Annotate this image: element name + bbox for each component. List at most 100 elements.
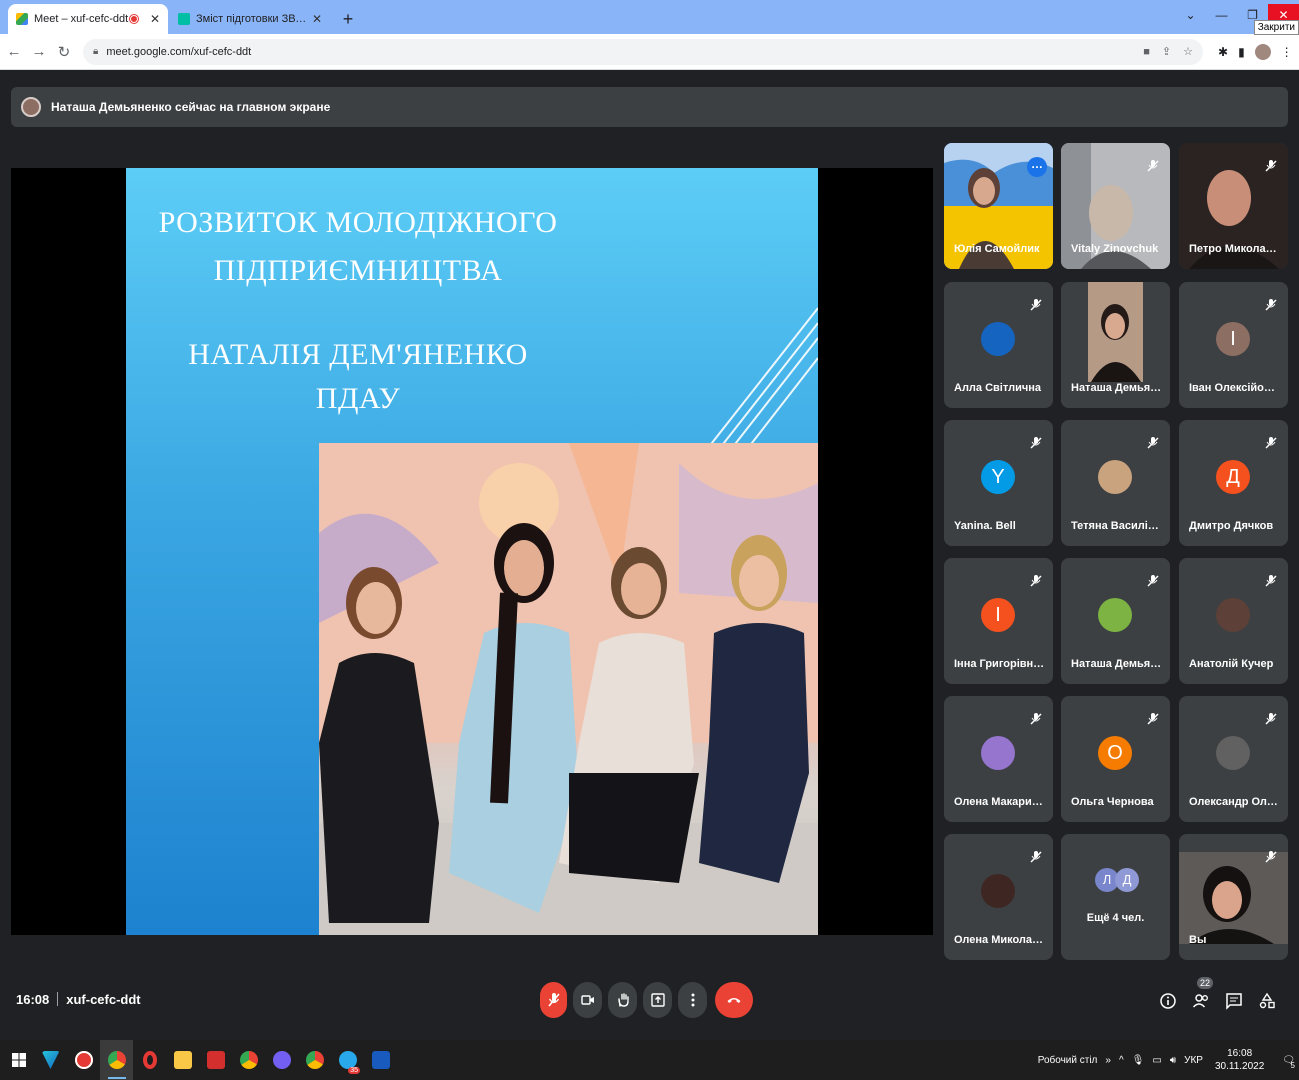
participant-letter-avatar: І <box>1216 322 1250 356</box>
hand-icon <box>617 993 629 1007</box>
extensions-puzzle-icon[interactable]: ✱ <box>1218 45 1228 59</box>
bookmark-star-icon[interactable]: ☆ <box>1183 45 1193 58</box>
tab-close-icon[interactable]: ✕ <box>150 12 160 26</box>
reload-button[interactable]: ↻ <box>53 43 75 61</box>
participant-tile[interactable]: Олександр Олек... <box>1179 696 1288 822</box>
taskbar-app-chrome-2[interactable] <box>232 1040 265 1080</box>
participant-tile[interactable]: О Ольга Чернова <box>1061 696 1170 822</box>
muted-mic-icon <box>1265 713 1277 725</box>
meeting-code: xuf-cefc-ddt <box>66 992 141 1007</box>
participant-tile[interactable]: Тетяна Василівна... <box>1061 420 1170 546</box>
telegram-badge: 35 <box>348 1067 360 1074</box>
windows-logo-icon <box>12 1053 26 1067</box>
share-icon[interactable]: ⇪ <box>1162 45 1171 58</box>
people-button[interactable]: 22 <box>1189 977 1213 1013</box>
present-screen-button[interactable] <box>643 982 672 1018</box>
raise-hand-button[interactable] <box>608 982 637 1018</box>
tray-overflow-icon[interactable]: ^ <box>1119 1055 1124 1066</box>
participant-name: Олена Макаринс... <box>954 796 1046 808</box>
microphone-tray-icon[interactable]: 🎙︎ <box>1132 1055 1145 1066</box>
taskbar-app-vpn[interactable] <box>34 1040 67 1080</box>
activities-shapes-icon <box>1259 992 1275 1009</box>
tab-meet[interactable]: Meet – xuf-cefc-ddt ✕ <box>8 4 168 34</box>
tab-close-icon[interactable]: ✕ <box>312 12 322 26</box>
input-language[interactable]: УКР <box>1184 1055 1203 1066</box>
back-button[interactable]: ← <box>3 43 25 60</box>
meeting-time: 16:08 <box>16 992 50 1007</box>
taskbar-app-viber[interactable] <box>265 1040 298 1080</box>
toolbar-expand-icon[interactable]: » <box>1105 1055 1111 1066</box>
activities-button[interactable] <box>1255 989 1279 1013</box>
slide-title-line-1: РОЗВИТОК МОЛОДІЖНОГО <box>158 206 558 239</box>
more-vert-icon <box>691 993 694 1007</box>
taskbar-app-chrome[interactable] <box>100 1040 133 1080</box>
taskbar-app-opera[interactable] <box>133 1040 166 1080</box>
chrome-icon <box>107 1051 126 1069</box>
participant-tile[interactable]: Петро Миколайо... <box>1179 143 1288 269</box>
participant-tile[interactable]: І Іван Олексійови... <box>1179 282 1288 408</box>
participant-tile[interactable]: Наташа Демьяне... <box>1061 558 1170 684</box>
minimize-button[interactable]: — <box>1206 8 1237 22</box>
main-stage: РОЗВИТОК МОЛОДІЖНОГО ПІДПРИЄМНИЦТВА НАТА… <box>11 168 933 935</box>
chat-button[interactable] <box>1222 989 1246 1013</box>
muted-mic-icon <box>1147 713 1159 725</box>
tab-zvo[interactable]: Зміст підготовки ЗВО за освітнь... ✕ <box>170 4 330 34</box>
meeting-details-button[interactable] <box>1156 989 1180 1013</box>
leave-call-button[interactable] <box>715 982 753 1018</box>
clock-time: 16:08 <box>1227 1048 1253 1059</box>
participant-count-badge: 22 <box>1196 977 1213 989</box>
pdf-icon <box>206 1051 225 1069</box>
new-tab-button[interactable]: + <box>336 4 360 34</box>
camera-in-use-icon[interactable]: ■ <box>1143 46 1150 58</box>
desktop-toolbar-label[interactable]: Робочий стіл <box>1038 1055 1098 1066</box>
os-taskbar: 35 Робочий стіл » ^ 🎙︎ ▭ 🔊︎ УКР 16:08 30.… <box>0 1040 1299 1080</box>
slide-author-line: НАТАЛІЯ ДЕМ'ЯНЕНКО <box>188 338 528 371</box>
presenting-banner: Наташа Демьяненко сейчас на главном экра… <box>11 87 1288 127</box>
taskbar-app-acrobat[interactable] <box>199 1040 232 1080</box>
meeting-control-bar: 16:08 xuf-cefc-ddt 22 <box>0 975 1299 1025</box>
mic-off-icon <box>547 993 560 1007</box>
lock-icon[interactable]: 🔒︎ <box>93 46 98 57</box>
taskbar-app-recorder[interactable] <box>67 1040 100 1080</box>
self-tile[interactable]: Вы <box>1179 834 1288 960</box>
participant-photo-avatar <box>981 736 1015 770</box>
volume-icon[interactable]: 🔊︎ <box>1170 1055 1176 1066</box>
side-panel-icon[interactable]: ▮ <box>1238 45 1245 59</box>
chrome-icon <box>239 1051 258 1069</box>
taskbar-app-word[interactable] <box>364 1040 397 1080</box>
more-avatar-letter: Д <box>1115 868 1139 892</box>
taskbar-app-chrome-3[interactable] <box>298 1040 331 1080</box>
taskbar-app-telegram[interactable]: 35 <box>331 1040 364 1080</box>
omnibox[interactable]: 🔒︎ meet.google.com/xuf-cefc-ddt ■ ⇪ ☆ <box>83 38 1203 65</box>
windows-start-button[interactable] <box>4 1040 34 1080</box>
clock-date[interactable]: 16:08 30.11.2022 <box>1211 1047 1268 1073</box>
taskbar-app-explorer[interactable] <box>166 1040 199 1080</box>
participant-tile[interactable]: Олена Миколаїв... <box>944 834 1053 960</box>
system-tray: Робочий стіл » ^ 🎙︎ ▭ 🔊︎ УКР 16:08 30.11.… <box>1034 1040 1299 1080</box>
participant-name: Анатолій Кучер <box>1189 658 1274 670</box>
network-icon[interactable]: ▭ <box>1152 1055 1161 1066</box>
participant-tile[interactable]: І Інна Григорівна ... <box>944 558 1053 684</box>
participant-tile[interactable]: Алла Світлична <box>944 282 1053 408</box>
camera-toggle-button[interactable] <box>573 982 602 1018</box>
menu-kebab-icon[interactable]: ⋮ <box>1281 45 1293 59</box>
more-options-icon[interactable]: … <box>1027 157 1047 177</box>
participant-tile[interactable]: Д Дмитро Дячков <box>1179 420 1288 546</box>
url-text[interactable]: meet.google.com/xuf-cefc-ddt <box>106 46 1131 58</box>
slide-org-line: ПДАУ <box>315 382 401 415</box>
more-options-button[interactable] <box>678 982 707 1018</box>
forward-button[interactable]: → <box>28 43 50 60</box>
participant-tile[interactable]: Олена Макаринс... <box>944 696 1053 822</box>
participant-tile[interactable]: Y Yanina. Bell <box>944 420 1053 546</box>
recording-indicator-icon <box>129 15 138 23</box>
participant-tile[interactable]: Vitaly Zinovchuk <box>1061 143 1170 269</box>
profile-avatar[interactable] <box>1254 43 1271 60</box>
microphone-toggle-button[interactable] <box>540 982 567 1018</box>
tab-search-icon[interactable]: ⌄ <box>1175 8 1206 22</box>
participant-tile[interactable]: Анатолій Кучер <box>1179 558 1288 684</box>
more-participants-tile[interactable]: Л Д Ещё 4 чел. <box>1061 834 1170 960</box>
participant-name: Наташа Демьяне... <box>1071 382 1163 394</box>
participant-tile[interactable]: … Юлія Самойлик <box>944 143 1053 269</box>
participant-tile[interactable]: Наташа Демьяне... <box>1061 282 1170 408</box>
notifications-icon[interactable]: 🗨︎ 5 <box>1282 1055 1295 1070</box>
